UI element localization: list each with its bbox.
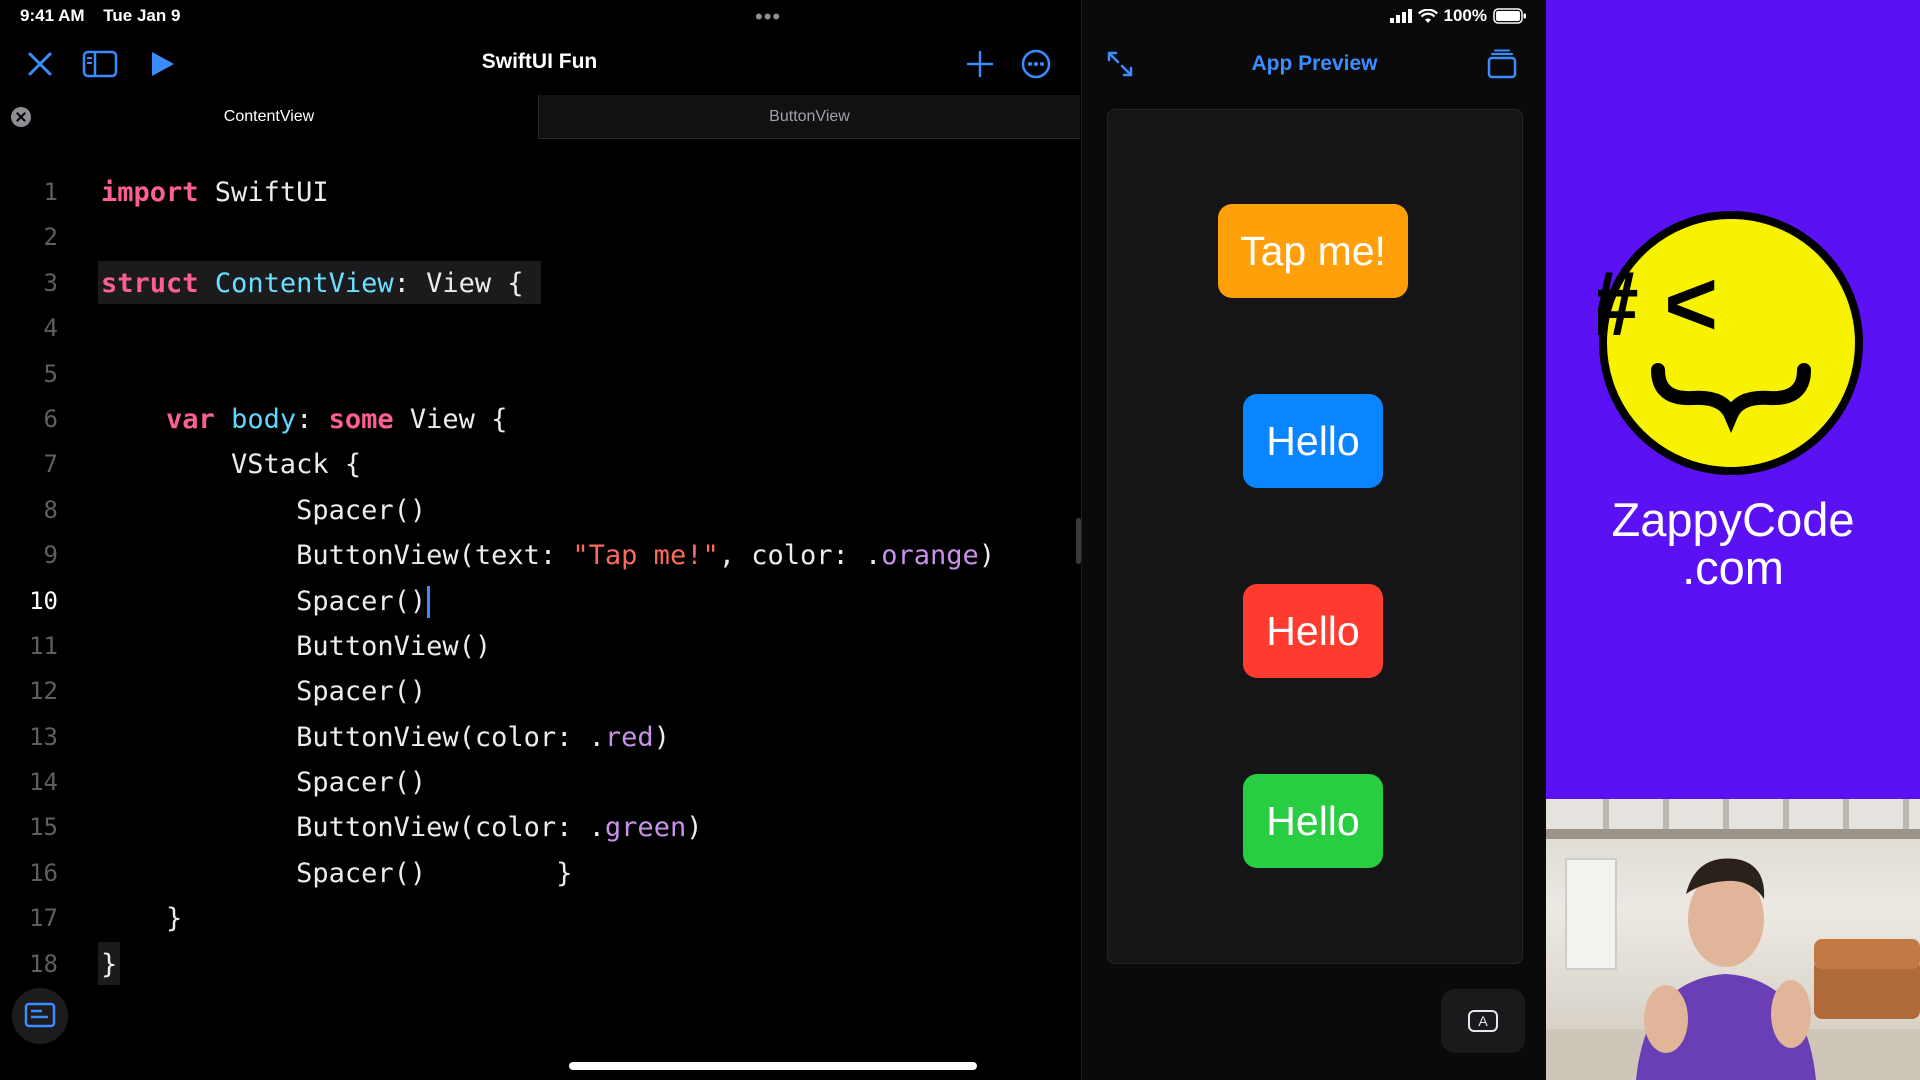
- status-date: Tue Jan 9: [103, 6, 181, 25]
- preview-hello-blue-button[interactable]: Hello: [1243, 394, 1383, 488]
- code-text: ButtonView(color: .green): [101, 812, 703, 844]
- code-line[interactable]: 1 import SwiftUI: [0, 170, 1079, 215]
- wifi-icon: [1417, 8, 1438, 23]
- code-text: ButtonView(color: .red): [101, 721, 670, 753]
- text-format-icon: A: [1468, 1010, 1498, 1032]
- home-indicator[interactable]: [569, 1062, 977, 1070]
- line-number: 11: [29, 631, 58, 660]
- add-icon[interactable]: [964, 48, 996, 80]
- line-number: 3: [43, 268, 58, 297]
- logo-hash-text: # <: [1598, 253, 1718, 355]
- status-bar-right: 100%: [1389, 6, 1527, 26]
- multitasking-dots-icon[interactable]: •••: [755, 4, 781, 30]
- code-line[interactable]: 3 struct ContentView: View {: [0, 260, 1079, 306]
- code-editor-pane: 9:41 AM Tue Jan 9 ••• SwiftUI Fun Conten…: [0, 0, 1081, 1080]
- battery-percent: 100%: [1443, 6, 1487, 25]
- close-tab-icon[interactable]: [11, 107, 31, 127]
- line-number: 15: [29, 813, 58, 842]
- code-line[interactable]: 17 }: [0, 896, 1079, 941]
- code-line[interactable]: 7 VStack {: [0, 442, 1079, 487]
- code-text: ButtonView(text: "Tap me!", color: .oran…: [101, 540, 996, 572]
- presenter-video-frame: [1546, 799, 1920, 1080]
- code-text: Spacer() }: [101, 857, 573, 889]
- stack-windows-icon[interactable]: [1486, 48, 1518, 80]
- tab-contentview[interactable]: ContentView: [0, 95, 538, 138]
- code-text: struct ContentView: View {: [101, 267, 524, 299]
- code-line[interactable]: 14 Spacer(): [0, 760, 1079, 805]
- line-number: 4: [43, 314, 58, 343]
- code-text: Spacer(): [101, 676, 427, 708]
- line-number: 7: [43, 450, 58, 479]
- code-line[interactable]: 18}: [0, 941, 1079, 987]
- code-line[interactable]: 4: [0, 306, 1079, 351]
- code-line[interactable]: 16 Spacer() }: [0, 851, 1079, 896]
- status-time: 9:41 AM: [20, 6, 85, 25]
- line-number: 16: [29, 858, 58, 887]
- code-line[interactable]: 10 Spacer(): [0, 579, 1079, 624]
- code-text: Spacer(): [101, 494, 427, 526]
- code-text: VStack {: [101, 449, 362, 481]
- line-number: 5: [43, 359, 58, 388]
- file-tabs: ContentView ButtonView: [0, 95, 1080, 139]
- brand-name: ZappyCode: [1611, 493, 1855, 546]
- document-title: SwiftUI Fun: [481, 50, 598, 73]
- code-line[interactable]: 5: [0, 352, 1079, 397]
- outline-button[interactable]: [12, 988, 68, 1044]
- brand-panel: # < ZappyCode .com: [1546, 0, 1920, 799]
- line-number: 14: [29, 768, 58, 797]
- line-number: 8: [43, 495, 58, 524]
- line-number: 13: [29, 722, 58, 751]
- webcam-video: [1546, 799, 1920, 1080]
- code-line[interactable]: 12 Spacer(): [0, 669, 1079, 714]
- line-number: 12: [29, 677, 58, 706]
- cellular-signal-icon: [1389, 9, 1412, 23]
- code-text: var body: some View {: [166, 403, 508, 435]
- font-size-button[interactable]: A: [1441, 989, 1525, 1053]
- code-text: ButtonView(): [101, 630, 492, 662]
- zappycode-logo: # <: [1598, 211, 1863, 475]
- code-text: import SwiftUI: [101, 177, 329, 208]
- preview-tap-me-button[interactable]: Tap me!: [1218, 204, 1408, 298]
- line-number: 10: [29, 586, 58, 615]
- tab-buttonview[interactable]: ButtonView: [538, 95, 1080, 139]
- line-number: 17: [29, 904, 58, 933]
- preview-hello-green-button[interactable]: Hello: [1243, 774, 1383, 868]
- text-cursor: [427, 586, 431, 619]
- line-number: 1: [43, 178, 58, 206]
- code-text: Spacer(): [101, 579, 431, 624]
- font-button-letter: A: [1478, 1013, 1488, 1029]
- outline-icon: [24, 1002, 56, 1028]
- more-options-icon[interactable]: [1020, 48, 1052, 80]
- code-text: }: [101, 903, 183, 935]
- code-line[interactable]: 9 ButtonView(text: "Tap me!", color: .or…: [0, 533, 1079, 578]
- line-number: 6: [43, 404, 58, 433]
- app-preview-pane: 100% App Preview: [1081, 0, 1547, 1080]
- brand-domain: .com: [1682, 541, 1784, 594]
- code-line[interactable]: 6 var body: some View {: [0, 397, 1079, 442]
- code-line[interactable]: 11 ButtonView(): [0, 624, 1079, 669]
- line-number: 18: [29, 949, 58, 978]
- code-line[interactable]: 13 ButtonView(color: .red): [0, 715, 1079, 760]
- line-number: 2: [43, 223, 58, 252]
- preview-title: App Preview: [1251, 52, 1378, 75]
- code-line[interactable]: 2: [0, 215, 1079, 260]
- status-bar-left: 9:41 AM Tue Jan 9: [20, 6, 194, 26]
- preview-hello-red-button[interactable]: Hello: [1243, 584, 1383, 678]
- code-line[interactable]: 8 Spacer(): [0, 488, 1079, 533]
- code-text: }: [101, 948, 118, 980]
- code-area[interactable]: 1 import SwiftUI 2 3 struct ContentView: Vie…: [0, 170, 1079, 987]
- line-number: 9: [43, 541, 58, 570]
- battery-icon: [1493, 8, 1526, 24]
- code-line[interactable]: 15 ButtonView(color: .green): [0, 805, 1079, 850]
- code-text: Spacer(): [101, 767, 427, 799]
